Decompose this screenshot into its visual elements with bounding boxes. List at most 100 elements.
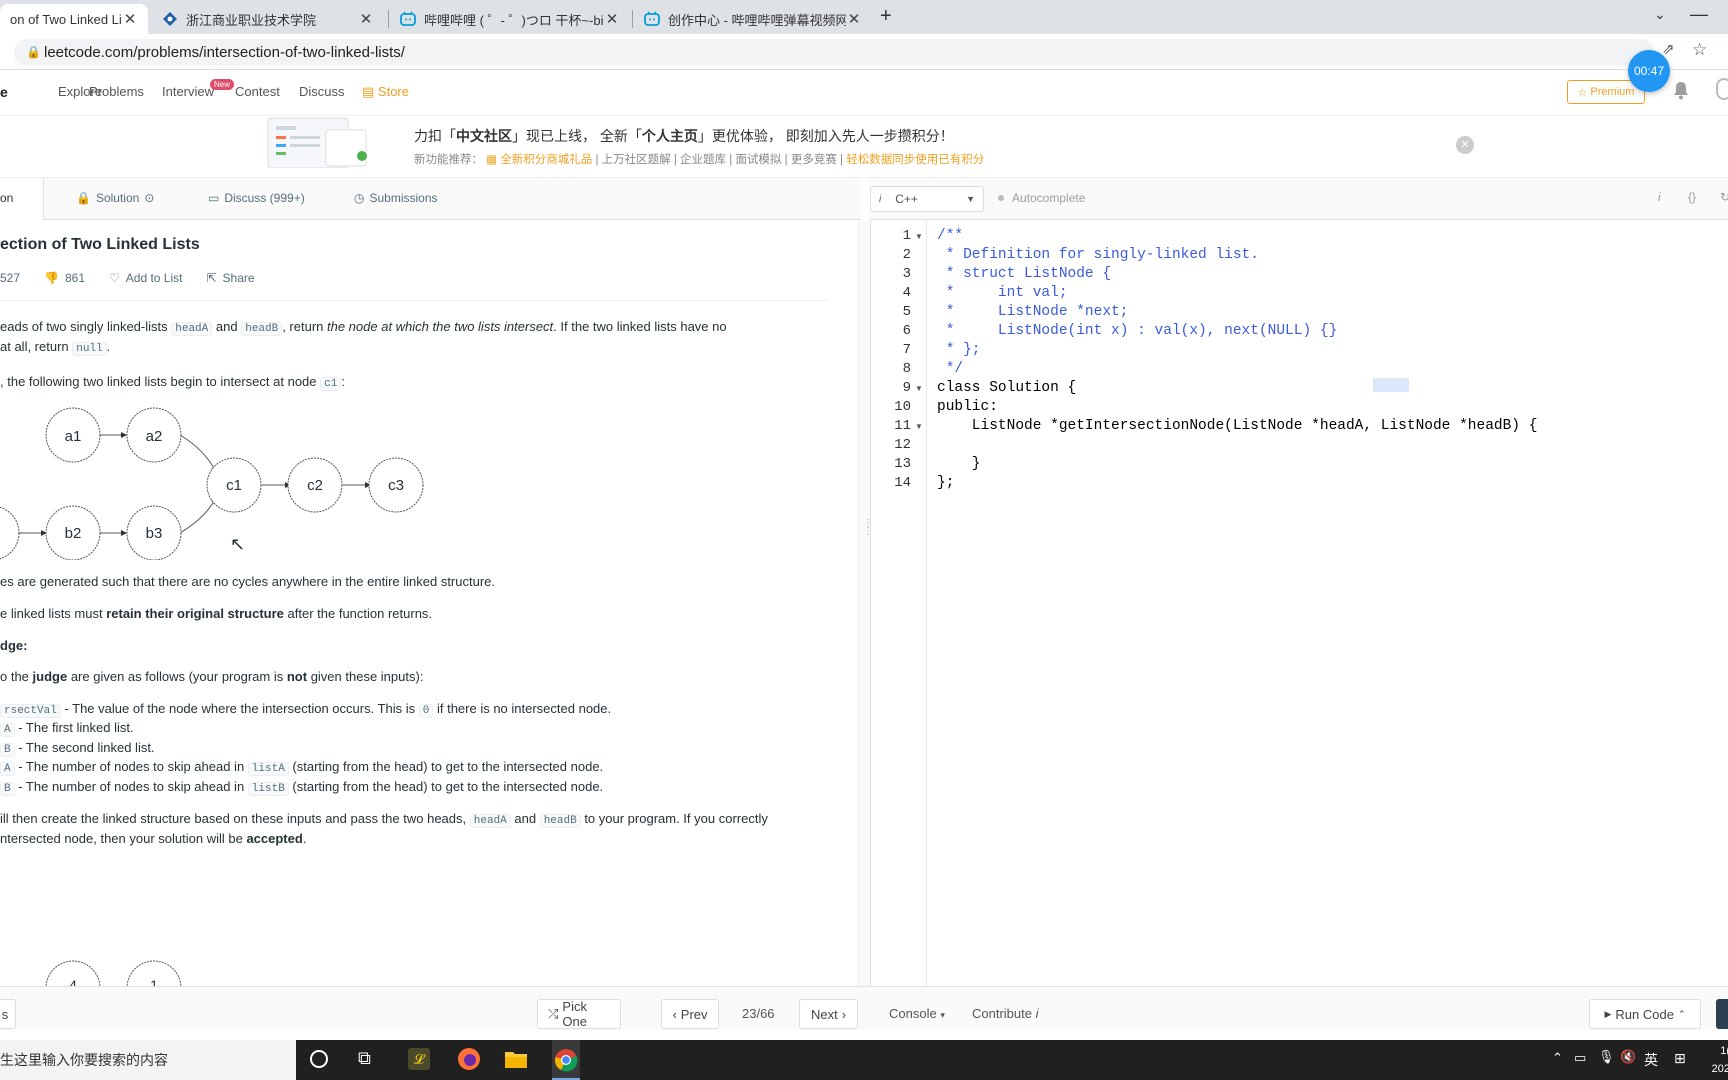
thumbs-down-icon[interactable]: 👎 <box>44 268 59 288</box>
bookmark-star-icon[interactable]: ☆ <box>1692 40 1707 60</box>
banner-link[interactable]: 轻松数据同步使用已有积分 <box>846 154 984 166</box>
tab-submissions[interactable]: ◷ Submissions <box>354 191 438 205</box>
banner-link[interactable]: 更多竞赛 <box>791 154 837 166</box>
text: at all, return <box>0 339 73 354</box>
pick-one-button[interactable]: ⤮ Pick One <box>537 999 621 1029</box>
next-button[interactable]: Next › <box>799 999 858 1029</box>
new-tab-button[interactable]: + <box>880 5 892 28</box>
chevron-down-icon: ▼ <box>966 194 975 204</box>
logo-text[interactable]: e <box>0 84 8 100</box>
console-button[interactable]: Console ▾ <box>889 1006 945 1021</box>
lock-icon[interactable]: 🔒 <box>26 39 41 66</box>
banner-line-2: 新功能推荐： ▦ 全新积分商城礼品 | 上万社区题解 | 企业题库 | 面试模拟… <box>414 154 985 166</box>
text: (starting from the head) to get to the i… <box>288 779 604 794</box>
tab-bilibili[interactable]: 哔哩哔哩 ( ゜- ゜)つロ 干杯~-bili ✕ <box>390 4 630 34</box>
lock-icon: 🔒 <box>76 191 91 205</box>
nav-problems[interactable]: Problems <box>89 84 144 99</box>
nav-contest[interactable]: Contest <box>235 84 280 99</box>
nav-interview[interactable]: Interview <box>162 84 214 99</box>
tab-search-icon[interactable]: ⌄ <box>1654 6 1666 23</box>
tab-school[interactable]: 浙江商业职业技术学院 ✕ <box>152 4 384 34</box>
code-line[interactable]: * Definition for singly-linked list. <box>937 247 1259 263</box>
avatar[interactable] <box>1716 78 1728 100</box>
paragraph: ntersected node, then your solution will… <box>0 829 306 849</box>
line-number: 13 <box>894 456 911 472</box>
store-icon: ▤ <box>362 84 378 99</box>
bell-icon[interactable] <box>1672 80 1690 105</box>
fold-arrow-icon[interactable]: ▼ <box>915 384 923 393</box>
code-editor[interactable]: 1 ▼ 2 3 4 5 6 7 8 9 ▼ 10 11 ▼ 12 13 14 /** * Definition … <box>870 220 1728 986</box>
taskbar-search-input[interactable]: 生这里输入你要搜索的内容 <box>0 1040 296 1080</box>
close-icon[interactable]: ✕ <box>604 10 620 28</box>
heart-icon[interactable]: ♡ <box>109 268 120 288</box>
chrome-taskbar-button[interactable] <box>552 1040 580 1080</box>
tray-chevron-icon[interactable]: ⌃ <box>1552 1050 1563 1066</box>
banner-link[interactable]: 全新积分商城礼品 <box>500 154 592 166</box>
firefox-icon[interactable] <box>456 1046 482 1077</box>
url-field[interactable]: 🔒 leetcode.com/problems/intersection-of-… <box>14 39 1654 66</box>
run-code-button[interactable]: ▶ Run Code ⌃ <box>1589 999 1701 1029</box>
banner-link[interactable]: 企业题库 <box>680 154 726 166</box>
network-icon[interactable]: ▭ <box>1574 1050 1586 1066</box>
autocomplete-toggle[interactable]: Autocomplete <box>998 191 1085 205</box>
page-indicator[interactable]: 23/66 <box>742 1006 775 1021</box>
banner-link[interactable]: 面试模拟 <box>735 154 781 166</box>
code-line[interactable]: * ListNode(int x) : val(x), next(NULL) {… <box>937 323 1338 339</box>
code-line[interactable]: public: <box>937 399 998 415</box>
code-line[interactable]: class Solution { <box>937 380 1076 396</box>
code-line[interactable]: */ <box>937 361 963 377</box>
code-line[interactable]: } <box>937 456 981 472</box>
system-clock[interactable]: 1( 202 <box>1710 1042 1728 1078</box>
close-icon[interactable]: ✕ <box>358 10 374 28</box>
tab-discuss[interactable]: ▭ Discuss (999+) <box>208 191 305 205</box>
reset-icon[interactable]: ↻ <box>1720 190 1728 204</box>
code-line[interactable]: * struct ListNode { <box>937 266 1111 282</box>
nav-discuss[interactable]: Discuss <box>299 84 345 99</box>
task-view-icon[interactable]: ⧉ <box>358 1048 371 1069</box>
nav-store[interactable]: ▤ Store <box>362 84 409 100</box>
file-explorer-icon[interactable] <box>504 1048 528 1075</box>
add-to-list-button[interactable]: Add to List <box>126 268 183 288</box>
tab-solution[interactable]: 🔒 Solution ⊙ <box>76 191 154 205</box>
info-icon[interactable]: i <box>1658 190 1661 204</box>
app-icon[interactable]: 𝓛 <box>408 1048 430 1070</box>
comment-icon: ▭ <box>208 191 220 205</box>
cortana-icon[interactable] <box>310 1050 328 1068</box>
tab-description[interactable]: on <box>0 178 44 220</box>
banner-label: 新功能推荐： <box>414 154 483 166</box>
speaker-muted-icon[interactable]: 🔇 <box>1620 1049 1636 1065</box>
prev-button[interactable]: ‹ Prev <box>661 999 719 1029</box>
ime-indicator[interactable]: 英 <box>1644 1050 1658 1070</box>
ime-mode-icon[interactable]: ⊞ <box>1674 1050 1686 1067</box>
inline-code: 0 <box>418 704 434 718</box>
code-line[interactable]: * ListNode *next; <box>937 304 1129 320</box>
bold-text: not <box>286 669 308 684</box>
fold-arrow-icon[interactable]: ▼ <box>915 232 923 241</box>
tab-leetcode[interactable]: on of Two Linked List ✕ <box>0 4 148 34</box>
tab-bilibili-creator[interactable]: 创作中心 - 哔哩哔哩弹幕视频网 ✕ <box>634 4 872 34</box>
code-line[interactable]: }; <box>937 475 954 491</box>
banner-link[interactable]: 上万社区题解 <box>602 154 671 166</box>
language-select[interactable]: i C++ ▼ <box>870 186 984 212</box>
submit-button[interactable] <box>1716 999 1728 1029</box>
code-line[interactable] <box>937 437 1007 453</box>
share-icon[interactable]: ⇱ <box>206 268 216 288</box>
problems-list-button[interactable]: s <box>0 999 16 1029</box>
minimize-icon[interactable]: — <box>1690 4 1708 25</box>
line-number: 5 <box>902 304 911 320</box>
contribute-button[interactable]: Contribute i <box>972 1006 1039 1021</box>
close-banner-icon[interactable]: ✕ <box>1456 136 1474 154</box>
fold-arrow-icon[interactable]: ▼ <box>915 422 923 431</box>
panel-splitter[interactable]: ⋮ ⋮ <box>858 220 873 986</box>
button-label: Console <box>889 1006 937 1021</box>
code-line[interactable]: * }; <box>937 342 981 358</box>
close-icon[interactable]: ✕ <box>846 10 862 28</box>
code-line[interactable]: * int val; <box>937 285 1068 301</box>
close-icon[interactable]: ✕ <box>122 10 138 28</box>
microphone-icon[interactable]: 🎙 <box>1598 1049 1615 1065</box>
braces-icon[interactable]: {} <box>1688 190 1696 204</box>
code-line[interactable]: ListNode *getIntersectionNode(ListNode *… <box>937 418 1538 434</box>
code-line[interactable]: /** <box>937 228 963 244</box>
timer-badge[interactable]: 00:47 <box>1628 50 1670 92</box>
share-button[interactable]: Share <box>223 268 255 288</box>
